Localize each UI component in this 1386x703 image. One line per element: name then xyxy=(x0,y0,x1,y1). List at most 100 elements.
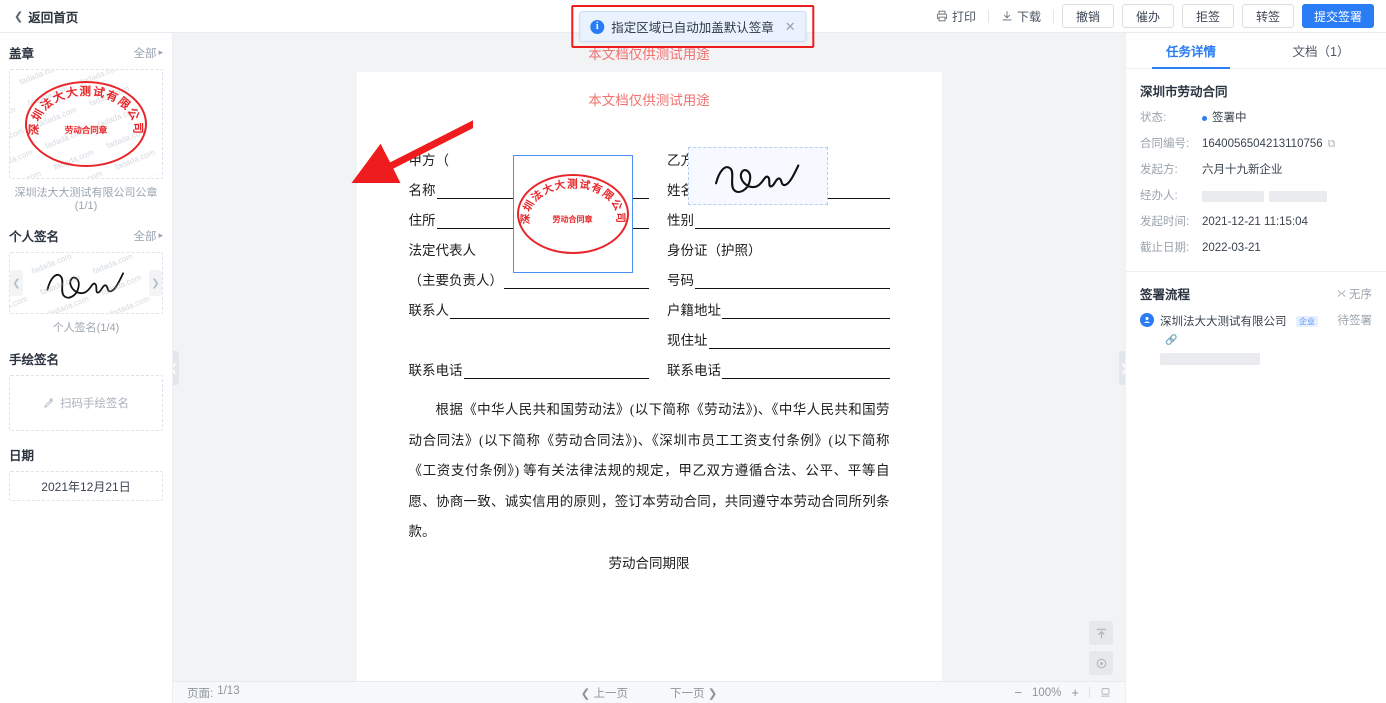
locate-signature-button[interactable] xyxy=(1089,651,1113,675)
company-seal-card[interactable]: fadada.com fadada.com fadada.com fadada.c… xyxy=(9,69,163,179)
task-detail-panel: 任务详情 文档（1） 深圳市劳动合同 状态: 签署中 合同编号: 1640056… xyxy=(1125,33,1386,703)
contract-next-heading: 劳动合同期限 xyxy=(608,555,690,571)
person-icon xyxy=(1144,317,1150,323)
copy-icon[interactable]: ⧉ xyxy=(1328,137,1336,152)
page-scroll-container[interactable]: 本文档仅供测试用途 本文档仅供测试用途 深圳法大大测试有限公司 劳动合同章 甲方… xyxy=(173,33,1125,681)
back-home-label: 返回首页 xyxy=(28,10,79,25)
signature-section-header: 个人签名 全部 ▸ xyxy=(9,226,163,245)
close-icon[interactable]: ✕ xyxy=(785,19,796,35)
placed-personal-signature[interactable] xyxy=(687,147,828,205)
placed-seal-graphic: 深圳法大大测试有限公司 劳动合同章 xyxy=(516,174,629,254)
signature-view-all-link[interactable]: 全部 ▸ xyxy=(133,228,163,244)
main-area: 盖章 全部 ▸ fadada.com fadada.com fadada.com… xyxy=(0,33,1386,703)
masked-block xyxy=(1202,191,1264,202)
scan-qr-handdraw-label: 扫码手绘签名 xyxy=(60,398,129,410)
detail-row-contract-no: 合同编号: 1640056504213110756 ⧉ xyxy=(1140,137,1372,152)
placed-company-seal[interactable]: 深圳法大大测试有限公司 劳动合同章 xyxy=(512,155,633,273)
detail-key: 合同编号: xyxy=(1140,138,1190,150)
auto-seal-toast: i 指定区域已自动加盖默认签章 ✕ xyxy=(579,11,807,42)
next-page-button[interactable]: 下一页 ❯ xyxy=(670,685,717,701)
signature-view-all-label: 全部 xyxy=(133,230,157,243)
detail-row-operator: 经办人: xyxy=(1140,189,1372,204)
printer-icon xyxy=(936,10,948,22)
scroll-to-top-button[interactable] xyxy=(1089,621,1113,645)
print-button[interactable]: 打印 xyxy=(924,4,988,28)
unordered-icon xyxy=(1337,290,1346,297)
zoom-in-button[interactable]: + xyxy=(1071,685,1079,700)
locate-target-icon xyxy=(1096,658,1106,668)
document-viewer: ❮ ❯ 本文档仅供测试用途 本文档仅供测试用途 xyxy=(173,33,1125,703)
transfer-sign-button[interactable]: 转签 xyxy=(1241,4,1294,28)
submit-signature-button[interactable]: 提交签署 xyxy=(1301,4,1374,28)
seal-caption: 深圳法大大测试有限公司公章(1/1) xyxy=(14,187,158,212)
seal-section-header: 盖章 全部 ▸ xyxy=(9,43,163,62)
field-line xyxy=(450,304,649,319)
handdraw-section-title: 手绘签名 xyxy=(9,353,60,367)
viewer-bottom-bar: 页面: 1/13 ❮ 上一页 下一页 ❯ − 100% + xyxy=(173,681,1125,703)
annotation-highlight-box: i 指定区域已自动加盖默认签章 ✕ xyxy=(571,5,815,48)
sign-flow-item: 深圳法大大测试有限公司 企业 🔗 待签署 xyxy=(1126,312,1386,365)
handwritten-signature-graphic xyxy=(46,272,124,299)
field-line xyxy=(708,334,890,349)
field-label: 法定代表人 xyxy=(408,243,477,258)
top-toolbar: ❮ 返回首页 i 指定区域已自动加盖默认签章 ✕ 打印 下载 撤销 催办 拒签 … xyxy=(0,0,1386,48)
prev-page-button[interactable]: ❮ 上一页 xyxy=(581,685,628,701)
zoom-out-button[interactable]: − xyxy=(1014,685,1022,700)
fit-page-icon[interactable] xyxy=(1100,687,1111,698)
seal-view-all-link[interactable]: 全部 ▸ xyxy=(133,45,163,61)
handwritten-signature-graphic xyxy=(714,164,799,193)
detail-row-status: 状态: 签署中 xyxy=(1140,111,1372,126)
field-row: 联系电话 xyxy=(408,349,649,379)
pencil-icon xyxy=(44,397,54,408)
chevron-right-icon: ▸ xyxy=(158,47,163,57)
signer-name: 深圳法大大测试有限公司 xyxy=(1160,316,1287,328)
signer-masked-info xyxy=(1160,353,1332,365)
date-stamp-card[interactable]: 2021年12月21日 xyxy=(9,471,163,501)
field-label: 住所 xyxy=(408,213,436,228)
signer-status: 待签署 xyxy=(1337,315,1373,327)
field-label: （主要负责人） xyxy=(408,273,504,288)
masked-block xyxy=(1160,353,1260,365)
field-label: 性别 xyxy=(667,213,694,228)
field-line xyxy=(695,214,890,229)
signature-next-arrow[interactable]: ❯ xyxy=(149,270,162,296)
field-row: 现住址 xyxy=(649,319,890,349)
download-label: 下载 xyxy=(1016,9,1041,24)
urge-button[interactable]: 催办 xyxy=(1121,4,1174,28)
masked-block xyxy=(1269,191,1327,202)
left-panel-collapse-handle[interactable]: ❮ xyxy=(173,351,179,385)
link-icon[interactable]: 🔗 xyxy=(1165,335,1177,346)
scan-qr-handdraw-button[interactable]: 扫码手绘签名 xyxy=(9,375,163,431)
download-button[interactable]: 下载 xyxy=(989,4,1053,28)
document-signing-app: ❮ 返回首页 i 指定区域已自动加盖默认签章 ✕ 打印 下载 撤销 催办 拒签 … xyxy=(0,0,1386,703)
sign-flow-title: 签署流程 xyxy=(1140,288,1191,302)
signature-prev-arrow[interactable]: ❮ xyxy=(10,270,23,296)
seal-center-text: 劳动合同章 xyxy=(552,215,593,224)
status-text: 签署中 xyxy=(1212,112,1247,124)
field-label: 名称 xyxy=(408,183,436,198)
tab-documents[interactable]: 文档（1） xyxy=(1256,33,1386,68)
seal-center-text: 劳动合同章 xyxy=(64,125,108,135)
sign-flow-header: 签署流程 无序 xyxy=(1126,272,1386,312)
operator-value-masked xyxy=(1202,189,1327,204)
field-label: 联系电话 xyxy=(408,363,463,378)
personal-signature-card[interactable]: fadada.com fadada.com fadada.com fadada.c… xyxy=(9,252,163,314)
revoke-button[interactable]: 撤销 xyxy=(1061,4,1114,28)
field-row: 联系人 xyxy=(409,289,649,319)
field-row: 身份证（护照） xyxy=(649,229,890,259)
sign-flow-order: 无序 xyxy=(1337,286,1372,302)
contract-number: 1640056504213110756 xyxy=(1202,138,1323,150)
field-row xyxy=(409,319,650,349)
field-line xyxy=(410,334,650,349)
contract-paragraph: 根据《中华人民共和国劳动法》(以下简称《劳动法》)、《中华人民共和国劳动合同法》… xyxy=(408,402,890,539)
right-panel-collapse-handle[interactable]: ❯ xyxy=(1119,351,1125,385)
page-indicator: 页面: 1/13 xyxy=(187,685,240,701)
reject-sign-button[interactable]: 拒签 xyxy=(1181,4,1234,28)
document-page[interactable]: 本文档仅供测试用途 深圳法大大测试有限公司 劳动合同章 甲方（ 名称 住所 法定… xyxy=(356,72,942,681)
zoom-value: 100% xyxy=(1031,686,1062,699)
avatar xyxy=(1140,313,1154,327)
back-home-button[interactable]: ❮ 返回首页 xyxy=(0,7,92,26)
field-line xyxy=(463,364,649,379)
toolbar-actions: 打印 下载 撤销 催办 拒签 转签 提交签署 xyxy=(924,0,1386,32)
tab-task-detail[interactable]: 任务详情 xyxy=(1126,33,1256,69)
